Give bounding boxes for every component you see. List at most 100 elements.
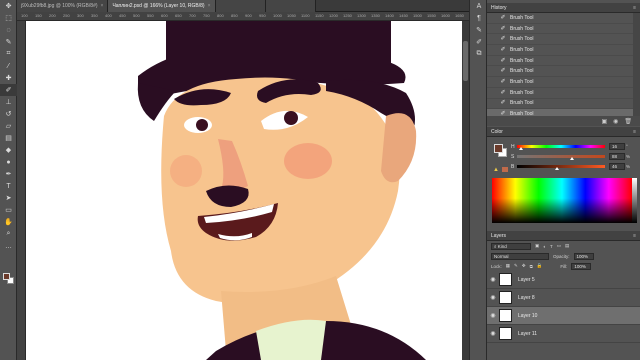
shape-tool-icon[interactable]: ▭ <box>0 204 17 216</box>
lock-transparent-icon[interactable]: ▦ <box>506 263 510 269</box>
path-select-tool-icon[interactable]: ➤ <box>0 192 17 204</box>
tab-document-4[interactable] <box>265 0 316 12</box>
history-item[interactable]: ✐ Brush Tool <box>487 24 633 35</box>
pen-tool-icon[interactable]: ✒ <box>0 168 17 180</box>
hue-value[interactable]: 16 <box>609 143 625 150</box>
history-item[interactable]: ✐ Brush Tool <box>487 77 633 88</box>
visibility-eye-icon[interactable]: ◉ <box>487 276 499 283</box>
color-title: Color <box>491 129 503 135</box>
ruler-tick-label: 1650 <box>455 13 464 18</box>
history-brush-tool-icon[interactable]: ↺ <box>0 108 17 120</box>
color-panel-header[interactable]: Color ≡ <box>487 127 640 137</box>
panel-menu-icon[interactable]: ≡ <box>633 3 636 13</box>
close-icon[interactable]: × <box>208 0 211 12</box>
panel-menu-icon[interactable]: ≡ <box>633 127 636 137</box>
clone-source-icon[interactable]: ⧉ <box>470 48 488 60</box>
ruler-tick-label: 1200 <box>329 13 338 18</box>
gamut-color-swatch[interactable] <box>502 167 508 172</box>
brush-presets-icon[interactable]: ✐ <box>470 36 488 48</box>
brush-tool-icon[interactable]: ✐ <box>0 84 17 96</box>
gradient-tool-icon[interactable]: ▤ <box>0 132 17 144</box>
layer-kind-filter[interactable]: ⌕ Kind <box>491 242 531 250</box>
character-panel-icon[interactable]: A <box>470 0 488 12</box>
paragraph-panel-icon[interactable]: ¶ <box>470 12 488 24</box>
history-item-label: Brush Tool <box>510 78 534 85</box>
panel-menu-icon[interactable]: ≡ <box>633 231 636 241</box>
lock-position-icon[interactable]: ✥ <box>522 263 526 269</box>
document-canvas[interactable] <box>26 21 462 360</box>
ruler-tick-label: 300 <box>77 13 84 18</box>
history-item[interactable]: ✐ Brush Tool <box>487 66 633 78</box>
shape-filter-icon[interactable]: ▭ <box>557 243 561 249</box>
history-item[interactable]: ✐ Brush Tool <box>487 56 633 67</box>
layers-panel-header[interactable]: Layers ≡ <box>487 231 640 241</box>
foreground-color-swatch[interactable] <box>3 273 10 280</box>
pixel-filter-icon[interactable]: ▣ <box>535 243 539 249</box>
lock-all-icon[interactable]: 🔒 <box>537 263 543 269</box>
move-tool-icon[interactable]: ✥ <box>0 0 17 12</box>
lock-pixels-icon[interactable]: ✎ <box>514 263 518 269</box>
out-of-gamut-warning-icon[interactable]: ▲ <box>493 167 499 173</box>
lock-artboard-icon[interactable]: ⧉ <box>530 264 533 269</box>
visibility-eye-icon[interactable]: ◉ <box>487 330 499 337</box>
history-item-label: Brush Tool <box>510 36 534 43</box>
new-document-from-state-icon[interactable]: ▣ <box>601 118 607 125</box>
blend-row: Normal Opacity: 100% <box>487 251 640 261</box>
history-item[interactable]: ✐ Brush Tool <box>487 109 633 116</box>
lasso-tool-icon[interactable]: ◌ <box>0 24 17 36</box>
tab-label: Чаплин2.psd @ 166% (Layer 10, RGB/8) <box>112 3 205 9</box>
layer-row[interactable]: ◉ Layer 5 <box>487 271 640 289</box>
foreground-color-chip[interactable] <box>494 144 503 153</box>
vertical-ruler[interactable] <box>17 21 26 360</box>
layer-row[interactable]: ◉ Layer 10 <box>487 307 640 325</box>
more-tools-icon[interactable]: … <box>0 240 17 252</box>
type-filter-icon[interactable]: T <box>550 244 553 249</box>
brightness-slider[interactable] <box>517 165 605 170</box>
history-item[interactable]: ✐ Brush Tool <box>487 34 633 46</box>
close-icon[interactable]: × <box>101 0 104 12</box>
stamp-tool-icon[interactable]: ⊥ <box>0 96 17 108</box>
horizontal-ruler[interactable]: 100 150 200 250 300 350 400 450 500 550 600 650 700 7… <box>17 12 469 21</box>
blend-mode-select[interactable]: Normal <box>491 252 549 260</box>
fill-input[interactable]: 100% <box>571 262 592 270</box>
hand-tool-icon[interactable]: ✋ <box>0 216 17 228</box>
brightness-value[interactable]: 46 <box>609 163 625 170</box>
zoom-tool-icon[interactable]: ⌕ <box>0 228 17 240</box>
crop-tool-icon[interactable]: ⌗ <box>0 48 17 60</box>
history-item[interactable]: ✐ Brush Tool <box>487 88 633 99</box>
tab-document-2[interactable]: Чаплин2.psd @ 166% (Layer 10, RGB/8) × <box>108 0 216 12</box>
blur-tool-icon[interactable]: ◆ <box>0 144 17 156</box>
history-item[interactable]: ✐ Brush Tool <box>487 99 633 110</box>
trash-icon[interactable]: 🗑 <box>624 118 632 125</box>
dodge-tool-icon[interactable]: ● <box>0 156 17 168</box>
history-item[interactable]: ✐ Brush Tool <box>487 13 633 24</box>
history-panel-header[interactable]: History ≡ <box>487 3 640 13</box>
opacity-input[interactable]: 100% <box>573 252 594 260</box>
type-tool-icon[interactable]: T <box>0 180 17 192</box>
saturation-value[interactable]: 88 <box>609 153 625 160</box>
history-item[interactable]: ✐ Brush Tool <box>487 45 633 56</box>
tab-document-1[interactable]: j9Xub29fb8.jpg @ 100% (RGB/8#) × <box>17 0 109 12</box>
visibility-eye-icon[interactable]: ◉ <box>487 312 499 319</box>
adjustment-filter-icon[interactable]: ◐ <box>543 244 546 249</box>
layer-name: Layer 5 <box>518 276 535 283</box>
tab-document-3[interactable] <box>215 0 266 12</box>
hue-slider[interactable] <box>517 145 605 150</box>
layer-row[interactable]: ◉ Layer 8 <box>487 289 640 307</box>
snapshot-icon[interactable]: ◉ <box>613 118 618 125</box>
layer-row[interactable]: ◉ Layer 11 <box>487 325 640 343</box>
canvas-vertical-scrollbar[interactable] <box>462 21 469 360</box>
eraser-tool-icon[interactable]: ▱ <box>0 120 17 132</box>
eyedropper-tool-icon[interactable]: ⁄ <box>0 60 17 72</box>
ruler-tick-label: 1400 <box>385 13 394 18</box>
brush-settings-icon[interactable]: ✎ <box>470 24 488 36</box>
quick-select-tool-icon[interactable]: ✎ <box>0 36 17 48</box>
healing-tool-icon[interactable]: ✚ <box>0 72 17 84</box>
marquee-tool-icon[interactable]: ⬚ <box>0 12 17 24</box>
visibility-eye-icon[interactable]: ◉ <box>487 294 499 301</box>
layer-thumbnail <box>499 291 512 304</box>
smart-object-filter-icon[interactable]: ▤ <box>565 243 569 249</box>
saturation-slider[interactable] <box>517 155 605 160</box>
history-scrollbar[interactable] <box>633 13 640 116</box>
color-spectrum[interactable] <box>492 178 637 223</box>
